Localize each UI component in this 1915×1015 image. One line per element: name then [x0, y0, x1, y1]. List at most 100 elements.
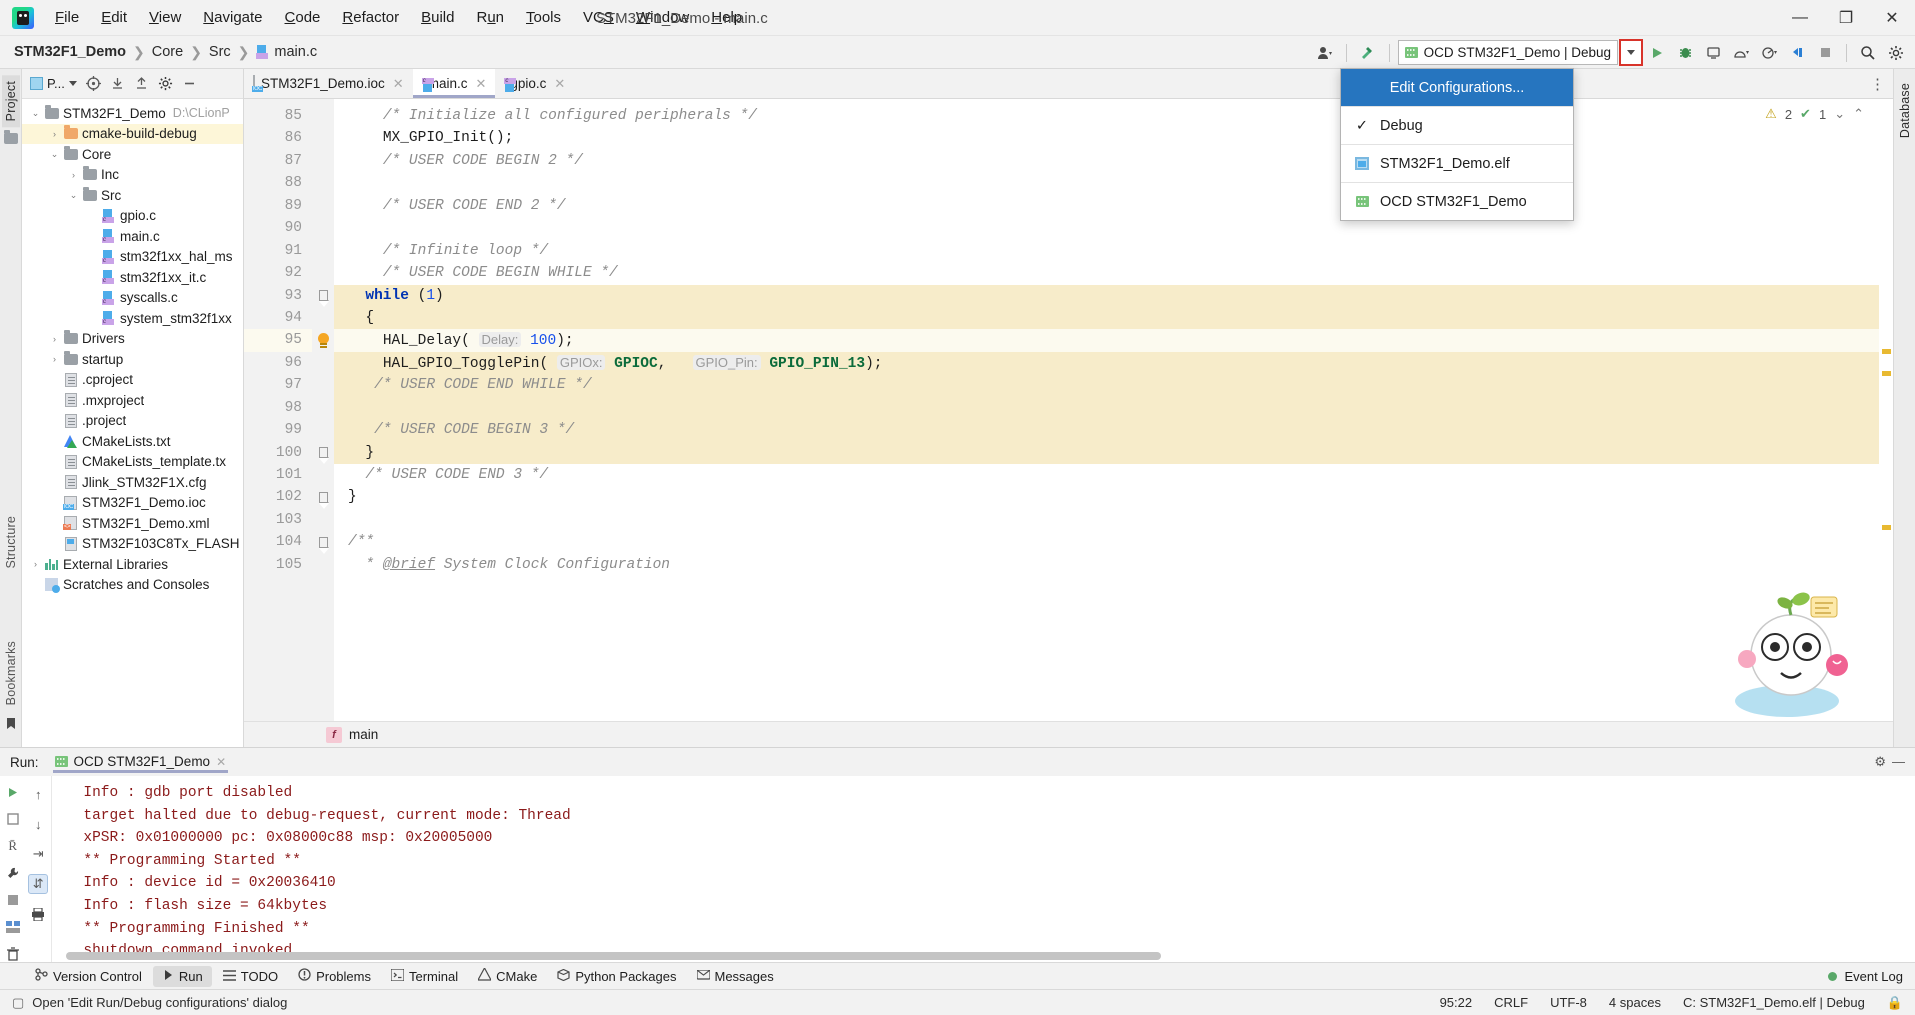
code-line[interactable]: HAL_GPIO_TogglePin( GPIOx: GPIOC, GPIO_P… — [334, 351, 1879, 375]
code-line[interactable] — [334, 509, 1879, 531]
close-icon[interactable]: ✕ — [475, 76, 486, 92]
tree-node[interactable]: STM32F103C8Tx_FLASH — [22, 534, 243, 555]
code-line[interactable]: /* USER CODE END WHILE */ — [334, 374, 1879, 397]
code-fold-toggle[interactable] — [312, 442, 334, 464]
lock-icon[interactable]: 🔒 — [1887, 995, 1903, 1011]
code-line[interactable]: * @brief System Clock Configuration — [334, 554, 1879, 576]
build-hammer-icon[interactable] — [1355, 40, 1381, 66]
editor-breadcrumbs[interactable]: f main — [244, 721, 1893, 747]
tree-twisty[interactable]: › — [47, 129, 62, 139]
popup-item-debug[interactable]: ✓ Debug — [1341, 107, 1573, 144]
tree-node[interactable]: .mxproject — [22, 390, 243, 411]
coverage-icon[interactable] — [1756, 40, 1782, 66]
editor-tab[interactable]: STM32F1_Demo.ioc ✕ — [244, 69, 413, 98]
console-horizontal-scrollbar[interactable] — [66, 952, 1725, 960]
tree-twisty[interactable]: › — [47, 334, 62, 344]
close-icon[interactable]: ✕ — [216, 755, 226, 769]
settings-icon[interactable]: ⚙ — [1874, 754, 1886, 770]
code-line[interactable] — [334, 396, 1879, 420]
popup-edit-configurations[interactable]: Edit Configurations... — [1341, 69, 1573, 106]
project-panel-title[interactable]: P... — [26, 74, 81, 93]
tree-twisty[interactable]: ⌄ — [66, 190, 81, 201]
code-line[interactable]: /* USER CODE END 2 */ — [334, 195, 1879, 217]
tree-node[interactable]: c stm32f1xx_hal_ms — [22, 247, 243, 268]
tree-twisty[interactable]: › — [66, 170, 81, 180]
tool-window-button-problems[interactable]: Problems — [289, 965, 380, 987]
stop-square-icon[interactable] — [3, 891, 23, 908]
tool-window-bar[interactable]: Version Control Run TODO Problems Terminal CM… — [0, 962, 1915, 989]
stripe-warning-marker[interactable] — [1882, 349, 1891, 354]
tree-node[interactable]: Jlink_STM32F1X.cfg — [22, 472, 243, 493]
tree-node[interactable]: .project — [22, 411, 243, 432]
rail-tab-database[interactable]: Database — [1896, 77, 1914, 144]
tree-node[interactable]: ⌄ Src — [22, 185, 243, 206]
tool-window-button-messages[interactable]: Messages — [688, 966, 783, 987]
code-line[interactable]: MX_GPIO_Init(); — [334, 127, 1879, 149]
print-icon[interactable] — [28, 904, 48, 924]
tree-node[interactable]: c system_stm32f1xx — [22, 308, 243, 329]
caret-position[interactable]: 95:22 — [1440, 995, 1473, 1010]
locate-file-icon[interactable] — [83, 73, 105, 95]
layout-grid-icon[interactable] — [3, 918, 23, 935]
search-icon[interactable] — [1855, 40, 1881, 66]
breadcrumb-core[interactable]: Core — [148, 42, 187, 62]
run-configuration-selector[interactable]: OCD STM32F1_Demo | Debug — [1397, 40, 1618, 65]
menu-run[interactable]: Run — [465, 5, 515, 30]
menu-file[interactable]: File — [44, 5, 90, 30]
code-line[interactable] — [334, 172, 1879, 194]
tree-twisty[interactable]: › — [28, 559, 43, 569]
stripe-warning-marker[interactable] — [1882, 371, 1891, 376]
editor-tab-bar[interactable]: STM32F1_Demo.ioc✕cmain.c✕cgpio.c✕⋮ — [244, 69, 1893, 99]
rail-tab-project[interactable]: Project — [1, 75, 20, 128]
run-window-tab[interactable]: OCD STM32F1_Demo ✕ — [49, 751, 233, 773]
code-line[interactable]: } — [334, 486, 1879, 508]
tree-node[interactable]: › cmake-build-debug — [22, 123, 243, 144]
code-text-area[interactable]: /* Initialize all configured peripherals… — [334, 99, 1879, 721]
scroll-down-icon[interactable]: ↓ — [28, 814, 48, 834]
code-line[interactable]: { — [334, 306, 1879, 330]
code-line[interactable]: /* USER CODE BEGIN 2 */ — [334, 150, 1879, 172]
code-line[interactable]: /* Infinite loop */ — [334, 240, 1879, 262]
line-separator[interactable]: CRLF — [1494, 995, 1528, 1010]
code-line[interactable]: /* USER CODE END 3 */ — [334, 464, 1879, 486]
code-line[interactable] — [334, 217, 1879, 239]
code-fold-toggle[interactable] — [312, 531, 334, 553]
tree-node[interactable]: c gpio.c — [22, 206, 243, 227]
menu-edit[interactable]: Edit — [90, 5, 138, 30]
tool-window-button-version-control[interactable]: Version Control — [26, 965, 151, 987]
tree-node[interactable]: › External Libraries — [22, 554, 243, 575]
breadcrumb-project[interactable]: STM32F1_Demo — [10, 42, 130, 62]
update-running-app-icon[interactable] — [1784, 40, 1810, 66]
intention-bulb-icon[interactable] — [312, 329, 334, 351]
gear-icon[interactable] — [1883, 40, 1909, 66]
code-line[interactable]: HAL_Delay( Delay: 100); — [334, 329, 1879, 352]
tree-node[interactable]: .cproject — [22, 370, 243, 391]
menu-tools[interactable]: Tools — [515, 5, 572, 30]
close-icon[interactable]: ✕ — [393, 76, 404, 92]
tree-node[interactable]: STM32F1_Demo.ioc — [22, 493, 243, 514]
run-button[interactable] — [1644, 40, 1670, 66]
tool-window-button-python-packages[interactable]: Python Packages — [548, 966, 685, 987]
code-line[interactable]: } — [334, 441, 1879, 464]
tree-node[interactable]: › Drivers — [22, 329, 243, 350]
code-fold-toggle[interactable] — [312, 285, 334, 307]
code-line[interactable]: /* Initialize all configured peripherals… — [334, 105, 1879, 127]
expand-all-icon[interactable] — [107, 73, 129, 95]
tree-node[interactable]: Scratches and Consoles — [22, 575, 243, 596]
stripe-warning-marker[interactable] — [1882, 525, 1891, 530]
inspection-widget[interactable]: ⚠ 2 ✔ 1 ⌄ ⌃ — [1762, 105, 1867, 123]
tool-window-button-cmake[interactable]: CMake — [469, 965, 546, 987]
tool-window-button-todo[interactable]: TODO — [214, 966, 287, 987]
stop-button[interactable] — [1812, 40, 1838, 66]
run-configuration-popup[interactable]: Edit Configurations... ✓ Debug STM32F1_D… — [1340, 68, 1574, 221]
indent-setting[interactable]: 4 spaces — [1609, 995, 1661, 1010]
menu-build[interactable]: Build — [410, 5, 465, 30]
stop-icon[interactable] — [3, 811, 23, 828]
menu-refactor[interactable]: Refactor — [331, 5, 410, 30]
tree-twisty[interactable]: ⌄ — [47, 149, 62, 160]
breadcrumb-src[interactable]: Src — [205, 42, 235, 62]
trash-icon[interactable] — [3, 945, 23, 962]
code-line[interactable]: while (1) — [334, 284, 1879, 307]
minimize-button[interactable]: — — [1777, 0, 1823, 36]
editor-tab[interactable]: c gpio.c ✕ — [495, 69, 574, 98]
